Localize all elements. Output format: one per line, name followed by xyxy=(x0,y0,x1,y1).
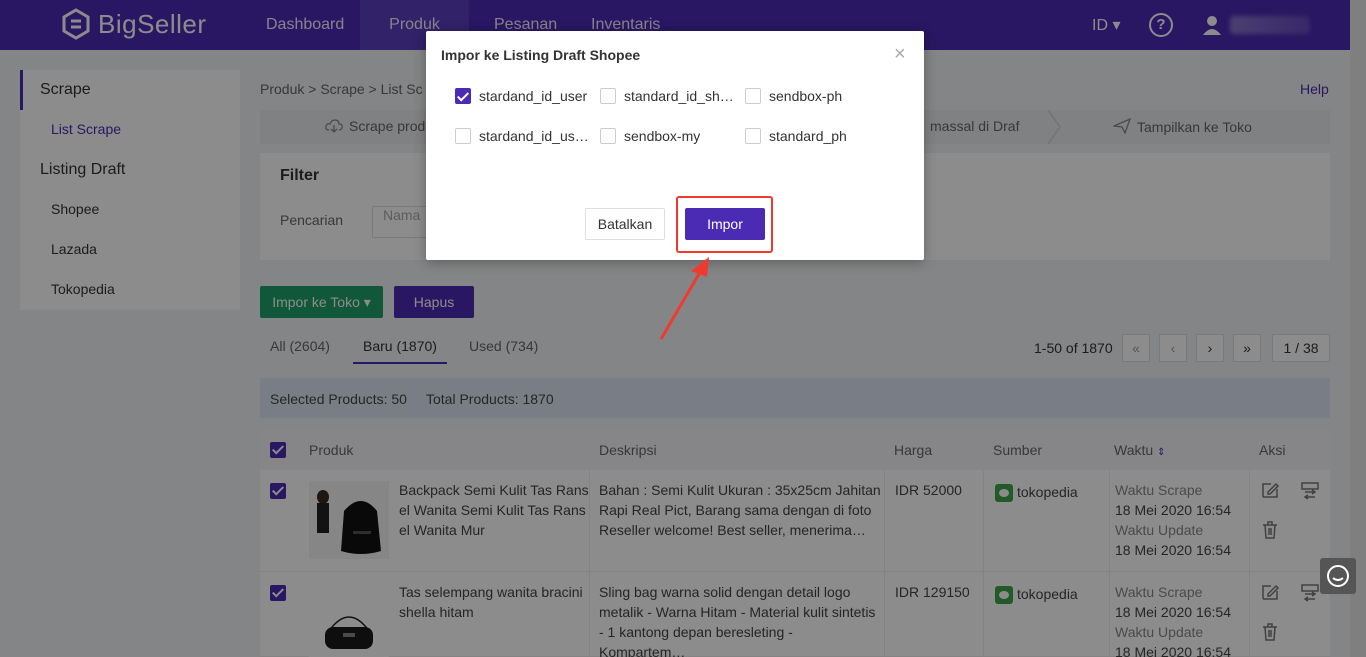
store-option[interactable]: sendbox-my xyxy=(600,128,700,144)
store-option[interactable]: stardand_id_user xyxy=(455,88,587,104)
import-draft-dialog: Impor ke Listing Draft Shopee × stardand… xyxy=(426,31,924,260)
close-icon[interactable]: × xyxy=(894,43,906,66)
checkbox-icon[interactable] xyxy=(455,88,471,104)
store-option[interactable]: standard_id_sho… xyxy=(600,88,736,104)
checkbox-icon[interactable] xyxy=(600,128,616,144)
store-option[interactable]: sendbox-ph xyxy=(745,88,842,104)
checkbox-icon[interactable] xyxy=(745,128,761,144)
annotation-arrow-icon xyxy=(659,257,709,340)
annotation-highlight-box xyxy=(676,196,773,253)
checkbox-icon[interactable] xyxy=(455,128,471,144)
dialog-title: Impor ke Listing Draft Shopee xyxy=(441,47,641,63)
cancel-button[interactable]: Batalkan xyxy=(585,208,665,240)
store-option[interactable]: standard_ph xyxy=(745,128,847,144)
chat-icon[interactable] xyxy=(1320,558,1356,594)
checkbox-icon[interactable] xyxy=(600,88,616,104)
store-option[interactable]: stardand_id_user… xyxy=(455,128,591,144)
checkbox-icon[interactable] xyxy=(745,88,761,104)
